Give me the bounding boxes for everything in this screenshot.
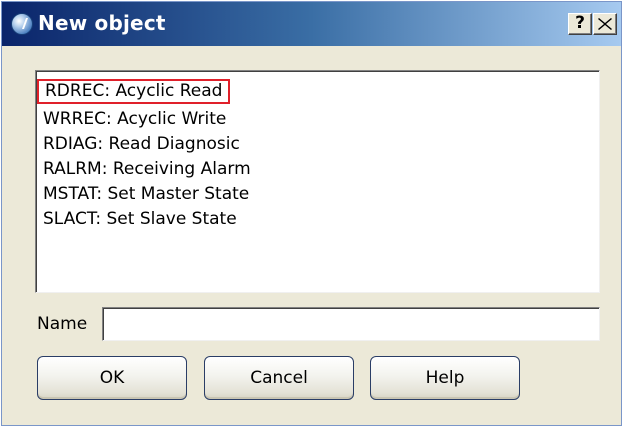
list-item-rdiag[interactable]: RDIAG: Read Diagnosic xyxy=(41,132,242,157)
help-caption-button[interactable]: ? xyxy=(568,13,592,35)
close-icon xyxy=(598,18,612,30)
object-type-list[interactable]: RDREC: Acyclic Read WRREC: Acyclic Write… xyxy=(35,70,600,293)
help-button[interactable]: Help xyxy=(370,356,520,400)
title-bar[interactable]: New object ? xyxy=(2,2,621,46)
ok-button[interactable]: OK xyxy=(37,356,187,400)
name-label: Name xyxy=(37,314,88,334)
new-object-dialog: New object ? RDREC: Acyclic Read WRREC: … xyxy=(1,1,622,426)
name-input[interactable] xyxy=(102,307,600,341)
list-item-mstat[interactable]: MSTAT: Set Master State xyxy=(41,182,251,207)
app-icon xyxy=(11,13,33,35)
window-title: New object xyxy=(38,11,166,35)
cancel-button[interactable]: Cancel xyxy=(204,356,354,400)
list-item-ralrm[interactable]: RALRM: Receiving Alarm xyxy=(41,157,253,182)
close-button[interactable] xyxy=(593,13,617,35)
list-item-slact[interactable]: SLACT: Set Slave State xyxy=(41,207,239,232)
list-item-rdrec[interactable]: RDREC: Acyclic Read xyxy=(37,79,231,104)
list-item-wrrec[interactable]: WRREC: Acyclic Write xyxy=(41,107,228,132)
